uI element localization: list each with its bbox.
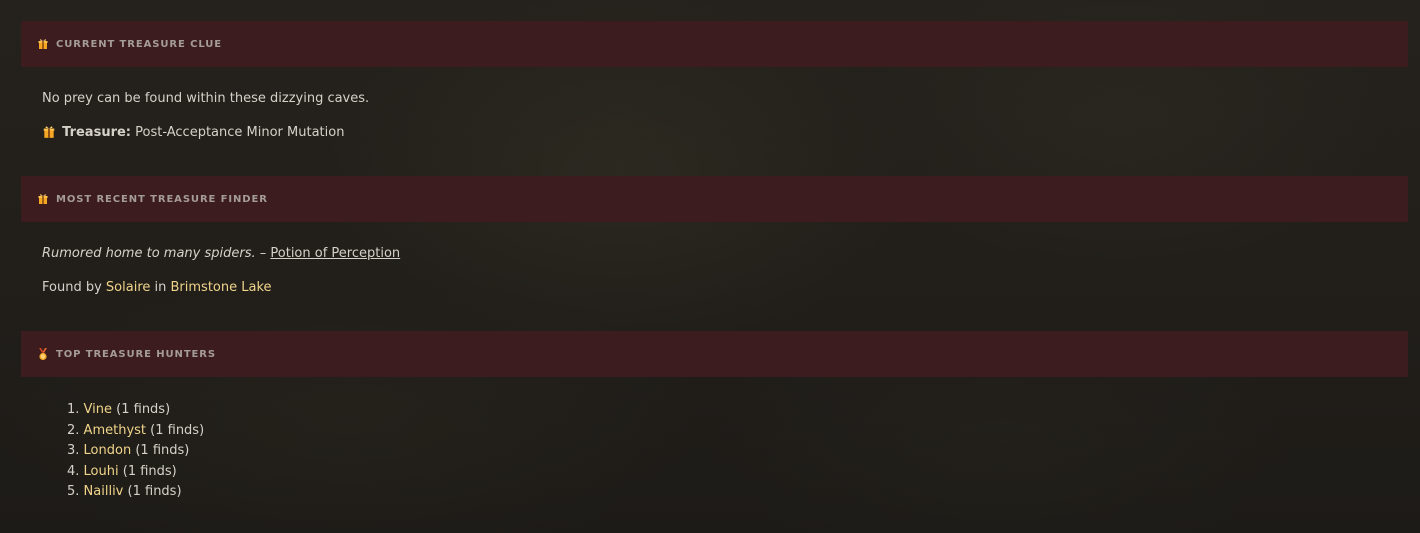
item-link[interactable]: Potion of Perception [270,246,400,261]
treasure-value: Post-Acceptance Minor Mutation [135,125,345,140]
finder-name-link[interactable]: Solaire [106,280,150,295]
dash-separator: – [255,246,271,261]
treasure-label: Treasure: [62,125,131,140]
found-by-line: Found by Solaire in Brimstone Lake [42,280,272,295]
medal-icon [37,348,49,361]
in-label: in [154,280,167,295]
clue-section-header: Current Treasure Clue [21,21,1408,67]
location-link[interactable]: Brimstone Lake [171,280,272,295]
gift-icon [37,193,49,205]
finder-section-title: Most Recent Treasure Finder [56,193,268,205]
hunter-rank: 2. [67,422,80,438]
list-item: 4. Louhi (1 finds) [67,462,204,483]
hunter-name-link[interactable]: Vine [84,402,112,417]
hunter-name-link[interactable]: London [84,443,132,458]
hunter-name-link[interactable]: Amethyst [84,423,146,438]
hunter-finds: (1 finds) [122,463,177,479]
list-item: 1. Vine (1 finds) [67,400,204,421]
finder-section-header: Most Recent Treasure Finder [21,176,1408,222]
hunter-rank: 5. [67,484,80,500]
hunter-finds: (1 finds) [116,402,171,417]
hunters-section-title: Top Treasure Hunters [56,348,216,360]
list-item: 5. Nailliv (1 finds) [67,482,204,503]
list-item: 3. London (1 finds) [67,441,204,462]
rumor-line: Rumored home to many spiders. – Potion o… [42,246,400,261]
gift-icon [37,38,49,50]
clue-text: No prey can be found within these dizzyi… [42,91,370,106]
treasure-line: Treasure: Post-Acceptance Minor Mutation [42,125,344,140]
hunter-name-link[interactable]: Nailliv [84,484,124,499]
hunter-finds: (1 finds) [127,484,182,500]
hunter-finds: (1 finds) [150,422,205,438]
clue-section-title: Current Treasure Clue [56,38,222,50]
hunter-rank: 3. [67,443,80,459]
rumor-text: Rumored home to many spiders. [42,246,256,261]
hunter-rank: 4. [67,463,80,479]
hunter-finds: (1 finds) [135,443,190,459]
hunter-rank: 1. [67,402,80,417]
hunters-section-header: Top Treasure Hunters [21,331,1408,377]
gift-icon [42,125,55,138]
list-item: 2. Amethyst (1 finds) [67,421,204,442]
hunter-name-link[interactable]: Louhi [84,464,119,479]
found-by-label: Found by [42,280,102,295]
hunters-list: 1. Vine (1 finds) 2. Amethyst (1 finds) … [67,400,204,503]
